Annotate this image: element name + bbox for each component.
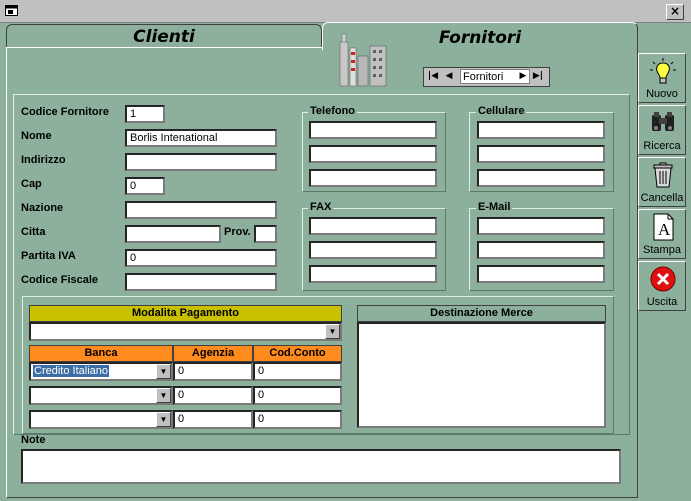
email-field-1[interactable] — [477, 217, 605, 235]
svg-text:A: A — [658, 220, 671, 239]
telefono-field-3[interactable] — [309, 169, 437, 187]
piva-field[interactable]: 0 — [125, 249, 277, 267]
stampa-label: Stampa — [643, 244, 681, 256]
stampa-button[interactable]: A Stampa — [638, 209, 686, 259]
citta-field[interactable] — [125, 225, 221, 243]
cf-field[interactable] — [125, 273, 277, 291]
cf-label: Codice Fiscale — [21, 274, 99, 286]
binoculars-icon — [652, 112, 674, 131]
conto-field-2[interactable]: 0 — [253, 386, 342, 405]
destinazione-header: Destinazione Merce — [357, 305, 606, 322]
fax-field-3[interactable] — [309, 265, 437, 283]
modalita-header: Modalita Pagamento — [29, 305, 342, 322]
indirizzo-field[interactable] — [125, 153, 277, 171]
telefono-field-2[interactable] — [309, 145, 437, 163]
uscita-label: Uscita — [646, 296, 678, 308]
telefono-field-1[interactable] — [309, 121, 437, 139]
banca-select-2[interactable]: ▼ — [29, 386, 173, 405]
chevron-down-icon[interactable]: ▼ — [156, 388, 171, 403]
fax-field-1[interactable] — [309, 217, 437, 235]
app-icon[interactable] — [5, 5, 18, 16]
tab-clienti[interactable]: Clienti — [6, 24, 322, 49]
prov-label: Prov. — [224, 226, 251, 238]
lightbulb-icon — [650, 58, 676, 84]
fax-field-2[interactable] — [309, 241, 437, 259]
chevron-down-icon[interactable]: ▼ — [325, 324, 340, 339]
email-title: E-Mail — [476, 201, 513, 213]
conto-field-3[interactable]: 0 — [253, 410, 342, 429]
nazione-field[interactable] — [125, 201, 277, 219]
close-button[interactable]: × — [666, 4, 684, 20]
fax-title: FAX — [308, 201, 334, 213]
document-icon: A — [653, 213, 674, 241]
cancella-button[interactable]: Cancella — [638, 157, 686, 207]
app-window: × Clienti Fornitori |◀ ◀ Fornitori ▶ ▶| … — [0, 0, 691, 501]
chevron-down-icon[interactable]: ▼ — [156, 412, 171, 427]
banca-select-3[interactable]: ▼ — [29, 410, 173, 429]
cellulare-field-2[interactable] — [477, 145, 605, 163]
title-bar: × — [0, 0, 691, 23]
prev-record-button[interactable]: ◀ — [442, 69, 456, 84]
modalita-select[interactable]: ▼ — [29, 322, 342, 341]
ricerca-label: Ricerca — [643, 140, 681, 152]
nuovo-label: Nuovo — [646, 88, 678, 100]
telefono-title: Telefono — [308, 105, 358, 117]
codice-label: Codice Fornitore — [21, 106, 110, 118]
email-field-3[interactable] — [477, 265, 605, 283]
next-record-button[interactable]: ▶ — [516, 69, 530, 84]
factory-icon — [339, 33, 387, 87]
prov-field[interactable] — [254, 225, 277, 243]
record-navigator: |◀ ◀ Fornitori ▶ ▶| — [423, 67, 550, 87]
banca-select-1[interactable]: Credito Italiano ▼ — [29, 362, 173, 381]
cap-label: Cap — [21, 178, 42, 190]
conto-field-1[interactable]: 0 — [253, 362, 342, 381]
last-record-button[interactable]: ▶| — [531, 69, 545, 84]
agenzia-field-1[interactable]: 0 — [173, 362, 253, 381]
piva-label: Partita IVA — [21, 250, 76, 262]
chevron-down-icon[interactable]: ▼ — [156, 364, 171, 379]
ricerca-button[interactable]: Ricerca — [638, 105, 686, 155]
nome-field[interactable]: Borlis Intenational — [125, 129, 277, 147]
email-field-2[interactable] — [477, 241, 605, 259]
cap-field[interactable]: 0 — [125, 177, 165, 195]
nazione-label: Nazione — [21, 202, 64, 214]
destinazione-textarea[interactable] — [357, 322, 606, 428]
note-label: Note — [21, 434, 46, 446]
banca-header: Banca — [29, 345, 173, 362]
agenzia-field-2[interactable]: 0 — [173, 386, 253, 405]
trash-icon — [653, 162, 673, 188]
nuovo-button[interactable]: Nuovo — [638, 53, 686, 103]
citta-label: Citta — [21, 226, 46, 238]
cellulare-field-3[interactable] — [477, 169, 605, 187]
cellulare-field-1[interactable] — [477, 121, 605, 139]
note-textarea[interactable] — [21, 449, 621, 484]
uscita-button[interactable]: Uscita — [638, 261, 686, 311]
first-record-button[interactable]: |◀ — [426, 69, 440, 84]
conto-header: Cod.Conto — [253, 345, 342, 362]
agenzia-field-3[interactable]: 0 — [173, 410, 253, 429]
agenzia-header: Agenzia — [173, 345, 253, 362]
cancella-label: Cancella — [640, 192, 684, 204]
banca-value-1: Credito Italiano — [33, 365, 109, 377]
exit-icon — [650, 266, 676, 292]
indirizzo-label: Indirizzo — [21, 154, 66, 166]
cellulare-title: Cellulare — [476, 105, 527, 117]
nome-label: Nome — [21, 130, 52, 142]
codice-field[interactable]: 1 — [125, 105, 165, 123]
